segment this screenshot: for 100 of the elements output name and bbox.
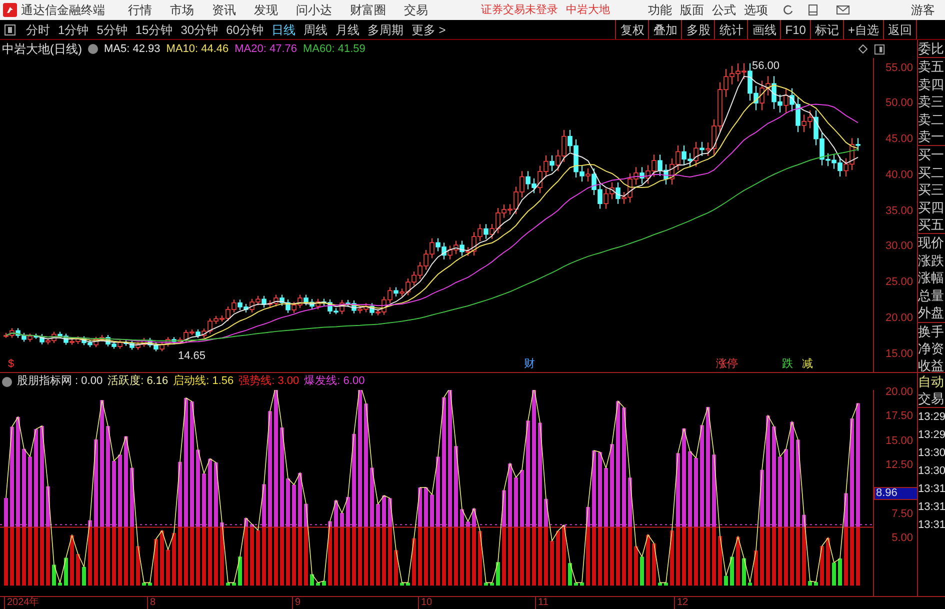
date-axis-label: 2024年 (4, 597, 40, 609)
dropdown-icon[interactable] (88, 44, 98, 54)
price-axis-label: 50.00 (885, 96, 913, 111)
price-axis-label: 25.00 (885, 275, 913, 290)
toolbar-button[interactable]: +自选 (844, 20, 884, 39)
event-marker[interactable]: 跌 (782, 358, 793, 371)
login-status[interactable]: 证券交易未登录 (481, 2, 558, 18)
period-tab[interactable]: 5分钟 (92, 20, 132, 38)
quote-field-label: 外盘 (918, 304, 945, 322)
trade-time: 13:31 (918, 500, 945, 515)
moving-average-label: MA10: 44.46 (166, 42, 229, 57)
toolbar-button[interactable]: 标记 (810, 20, 844, 39)
date-axis-label: 11 (535, 597, 548, 609)
refresh-icon[interactable] (782, 4, 794, 16)
toolbar-button[interactable]: 返回 (884, 20, 917, 39)
trade-time: 13:30 (918, 464, 945, 479)
quote-field-label: 净资 (918, 340, 945, 358)
trade-time: 13:31 (918, 482, 945, 497)
quote-field-label: 买三 (918, 181, 945, 199)
trade-panel-title[interactable]: 自动 (918, 373, 945, 390)
toolbar-button[interactable]: 叠加 (649, 20, 682, 39)
panel-toggle-icon[interactable] (4, 24, 16, 36)
quote-field-label: 卖四 (918, 76, 945, 94)
date-axis-label: 9 (292, 597, 301, 609)
price-axis-label: 20.00 (885, 311, 913, 326)
quote-field-label: 买一 (918, 145, 945, 164)
menu-item[interactable]: 市场 (163, 1, 201, 19)
toolbar-button[interactable]: 多股 (682, 20, 716, 39)
mail-icon[interactable] (836, 5, 850, 15)
app-title: 通达信金融终端 (21, 2, 106, 19)
moving-average-label: MA5: 42.93 (104, 42, 160, 57)
menu-item[interactable]: 发现 (247, 1, 285, 19)
indicator-label: 强势线: 3.00 (238, 374, 300, 390)
price-axis-label: 35.00 (885, 204, 913, 219)
menu-item[interactable]: 财富圈 (343, 1, 393, 19)
quote-field-label: 买四 (918, 198, 945, 216)
quote-field-label: 委比 (918, 40, 945, 58)
event-marker[interactable]: 减 (802, 358, 813, 371)
indicator-label: 活跃度: 6.16 (108, 374, 168, 390)
indicator-label: 股朋指标网 : 0.00 (17, 374, 103, 390)
event-marker[interactable]: $ (8, 358, 14, 371)
current-value-badge: 8.96 (874, 487, 918, 500)
menu-item[interactable]: 交易 (397, 1, 435, 19)
chart-title: 中岩大地(日线) (2, 41, 82, 58)
dropdown-icon[interactable] (2, 376, 12, 386)
quote-field-label: 现价 (918, 233, 945, 252)
toolbar-button[interactable]: F10 (781, 20, 811, 39)
menu-item[interactable]: 功能 (644, 1, 676, 19)
diamond-icon[interactable] (858, 44, 868, 54)
quote-field-label: 换手 (918, 322, 945, 340)
period-tab[interactable]: 15分钟 (131, 20, 177, 38)
period-tab[interactable]: 周线 (299, 20, 332, 38)
indicator-label: 启动线: 1.56 (173, 374, 234, 390)
date-axis-label: 12 (674, 597, 688, 609)
stock-name-link[interactable]: 中岩大地 (566, 2, 610, 18)
date-axis-label: 8 (147, 597, 156, 609)
quote-field-label: 卖三 (918, 93, 945, 111)
indicator-axis-label: 5.00 (892, 531, 913, 546)
quote-field-label: 收益 (918, 357, 945, 375)
date-axis-label: 10 (418, 597, 432, 609)
menu-item[interactable]: 选项 (740, 1, 772, 19)
user-label[interactable]: 游客 (911, 1, 935, 19)
event-marker[interactable]: 财 (524, 358, 535, 371)
trade-time: 13:31 (918, 518, 945, 533)
trade-panel-subtitle: 交易 (918, 390, 945, 408)
trade-time: 13:30 (918, 446, 945, 461)
quote-field-label: 卖二 (918, 110, 945, 128)
trade-time: 13:29 (918, 410, 945, 425)
quote-field-label: 涨幅 (918, 269, 945, 287)
indicator-axis-label: 17.50 (885, 409, 913, 424)
quote-field-label: 卖一 (918, 128, 945, 146)
menu-item[interactable]: 问小达 (289, 1, 339, 19)
moving-average-label: MA20: 47.76 (234, 42, 298, 57)
quote-field-label: 买二 (918, 164, 945, 182)
price-axis-label: 15.00 (885, 347, 913, 362)
indicator-label: 爆发线: 6.00 (304, 374, 365, 390)
moving-average-label: MA60: 41.59 (303, 42, 366, 57)
menu-item[interactable]: 资讯 (205, 1, 243, 19)
toolbar-button[interactable]: 复权 (616, 20, 650, 39)
toolbar-button[interactable]: 统计 (715, 20, 748, 39)
menu-item[interactable]: 公式 (708, 1, 740, 19)
trade-time: 13:29 (918, 428, 945, 443)
period-tab[interactable]: 1分钟 (54, 20, 93, 38)
indicator-axis-label: 7.50 (892, 507, 913, 522)
toolbar-button[interactable]: 画线 (748, 20, 782, 39)
event-marker[interactable]: 涨停 (716, 358, 738, 371)
period-tab[interactable]: 更多 > (407, 20, 450, 38)
panel-toggle-icon[interactable] (874, 44, 885, 54)
period-tab[interactable]: 多周期 (363, 20, 408, 38)
period-tab[interactable]: 分时 (22, 20, 54, 38)
menu-item[interactable]: 版面 (676, 1, 708, 19)
period-tab[interactable]: 30分钟 (176, 20, 222, 38)
period-tab[interactable]: 60分钟 (222, 20, 268, 38)
menu-item[interactable]: 行情 (121, 1, 159, 19)
quote-field-label: 买五 (918, 216, 945, 234)
price-axis-label: 45.00 (885, 132, 913, 147)
price-axis-label: 40.00 (885, 168, 913, 183)
period-tab[interactable]: 日线 (267, 20, 300, 38)
logo-icon (3, 3, 17, 17)
period-tab[interactable]: 月线 (331, 20, 364, 38)
